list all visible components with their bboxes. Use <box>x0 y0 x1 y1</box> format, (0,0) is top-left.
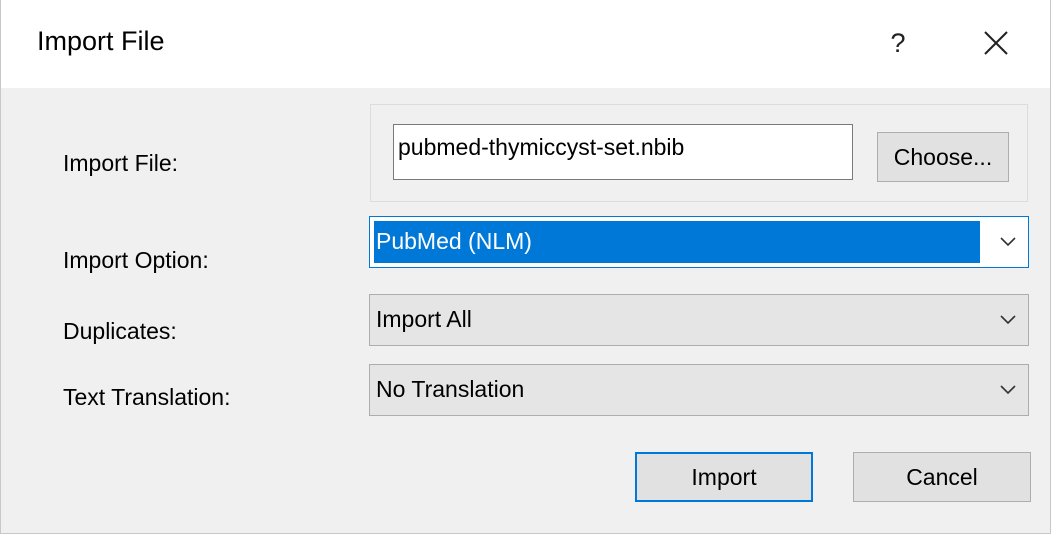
text-translation-select[interactable]: No Translation <box>369 364 1029 416</box>
duplicates-label: Duplicates: <box>63 318 177 344</box>
close-button[interactable] <box>969 16 1023 70</box>
choose-button[interactable]: Choose... <box>877 132 1009 182</box>
question-mark-icon: ? <box>890 27 906 58</box>
duplicates-select[interactable]: Import All <box>369 294 1029 346</box>
close-icon <box>984 31 1008 55</box>
import-option-label: Import Option: <box>63 247 209 273</box>
help-button[interactable]: ? <box>873 18 923 68</box>
cancel-button[interactable]: Cancel <box>853 452 1031 502</box>
import-option-select[interactable]: PubMed (NLM) <box>369 216 1029 268</box>
import-file-label: Import File: <box>63 150 179 176</box>
import-option-value: PubMed (NLM) <box>376 228 532 254</box>
duplicates-value: Import All <box>376 306 472 332</box>
text-translation-label: Text Translation: <box>63 384 231 410</box>
import-button[interactable]: Import <box>635 452 813 502</box>
chevron-down-icon <box>1000 237 1016 247</box>
text-translation-value: No Translation <box>376 376 525 402</box>
import-file-input[interactable]: pubmed-thymiccyst-set.nbib <box>393 124 853 180</box>
import-file-dialog: Import File ? Import File: pubmed-thymic… <box>0 0 1051 534</box>
dialog-title: Import File <box>37 26 165 56</box>
chevron-down-icon <box>1000 385 1016 395</box>
chevron-down-icon <box>1000 315 1016 325</box>
title-bar: Import File ? <box>1 0 1050 88</box>
